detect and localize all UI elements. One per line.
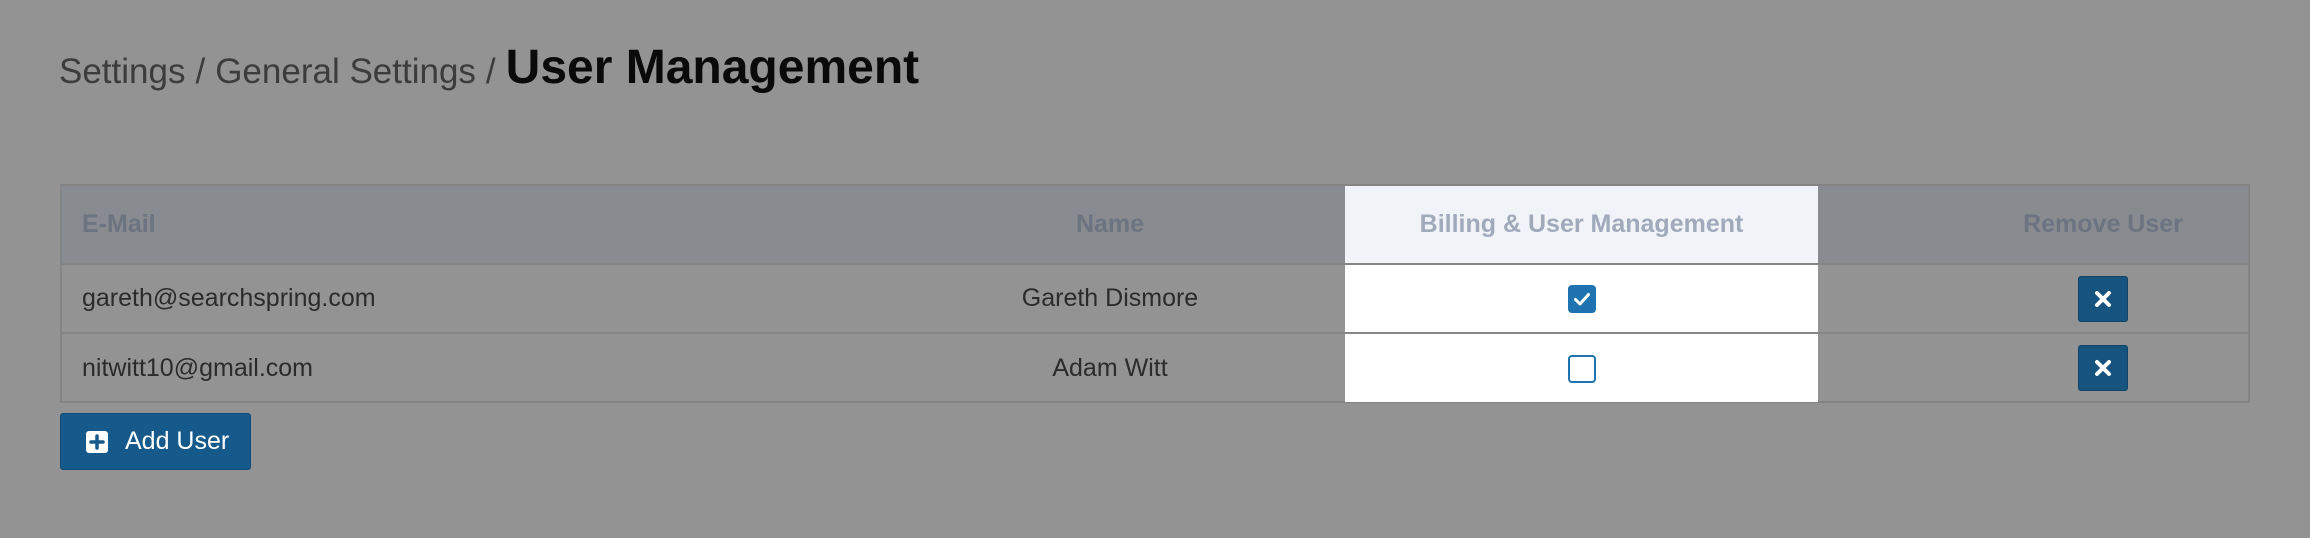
billing-checkbox[interactable] xyxy=(1567,285,1596,314)
add-user-button[interactable]: Add User xyxy=(60,413,251,470)
remove-cell xyxy=(1818,264,2248,333)
page-title: User Management xyxy=(505,41,920,94)
table-row: gareth@searchspring.com Gareth Dismore xyxy=(62,264,2248,333)
remove-user-button[interactable] xyxy=(2078,275,2128,322)
breadcrumb-general-settings[interactable]: General Settings xyxy=(215,52,476,92)
user-email: nitwitt10@gmail.com xyxy=(62,332,875,402)
plus-square-icon xyxy=(86,430,108,453)
table-row: nitwitt10@gmail.com Adam Witt xyxy=(62,332,2248,402)
user-management-page: Settings / General Settings / User Manag… xyxy=(0,0,2310,538)
add-user-label: Add User xyxy=(125,427,230,455)
times-icon xyxy=(2095,360,2111,376)
billing-checkbox[interactable] xyxy=(1567,354,1596,383)
billing-cell xyxy=(1345,332,1818,402)
times-icon xyxy=(2095,290,2111,307)
users-table: E-Mail Name Billing & User Management Re… xyxy=(60,184,2250,403)
remove-cell xyxy=(1818,332,2248,402)
column-header-name: Name xyxy=(875,186,1345,265)
column-header-billing: Billing & User Management xyxy=(1345,186,1818,265)
breadcrumb: Settings / General Settings / User Manag… xyxy=(59,40,919,95)
breadcrumb-separator: / xyxy=(195,52,206,91)
user-name: Gareth Dismore xyxy=(1021,284,1199,312)
column-header-remove: Remove User xyxy=(1818,186,2248,265)
remove-user-button[interactable] xyxy=(2078,345,2128,391)
billing-cell xyxy=(1345,264,1818,333)
user-name: Adam Witt xyxy=(875,332,1345,402)
check-icon xyxy=(1573,293,1590,306)
breadcrumb-separator: / xyxy=(485,52,496,91)
user-email: gareth@searchspring.com xyxy=(82,284,376,312)
column-header-email: E-Mail xyxy=(62,186,875,265)
table-header-row: E-Mail Name Billing & User Management Re… xyxy=(62,186,2248,265)
breadcrumb-settings[interactable]: Settings xyxy=(59,52,185,92)
